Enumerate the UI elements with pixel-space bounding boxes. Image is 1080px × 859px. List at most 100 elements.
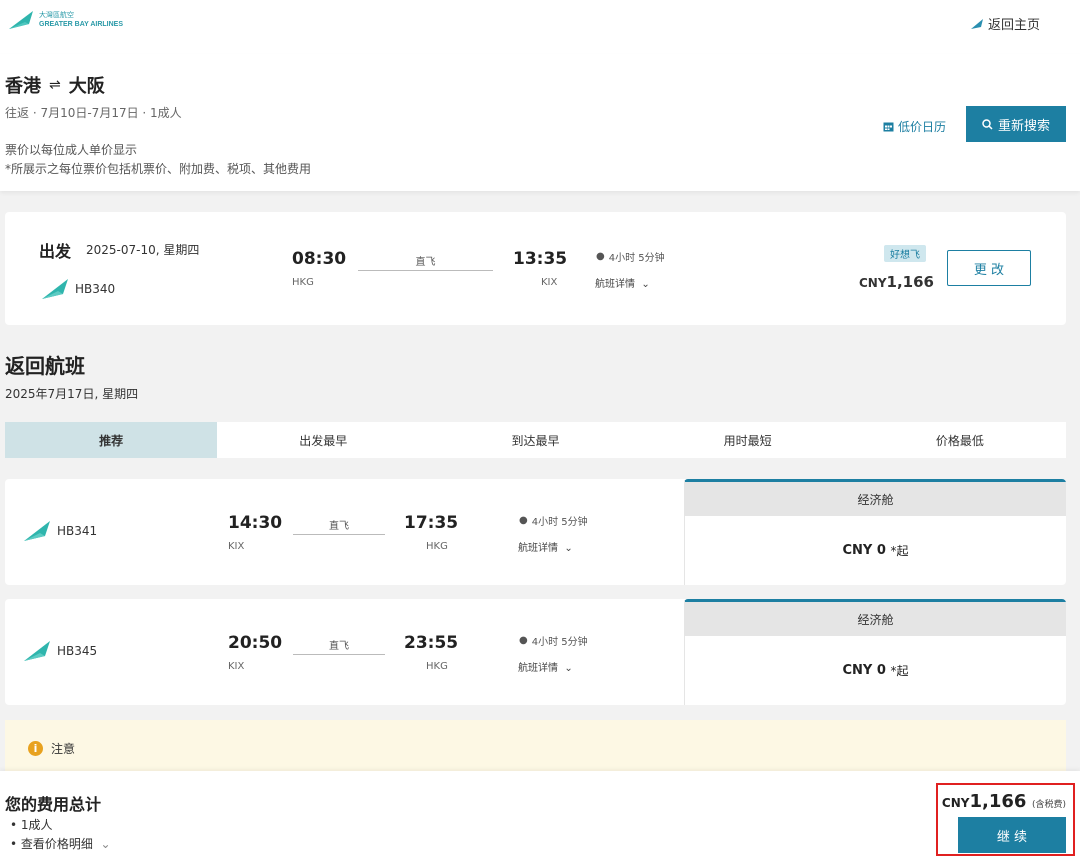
- price-value: 1,166: [886, 273, 934, 291]
- passenger-count: • 1成人: [10, 818, 53, 832]
- arrive-time: 13:35: [513, 249, 568, 269]
- depart-time: 14:30: [228, 513, 283, 533]
- flight-duration: ● 4小时 5分钟: [596, 249, 665, 264]
- direct-flight-label: 直飞: [415, 257, 436, 268]
- airline-tail-icon: [42, 279, 68, 299]
- trip-meta: 往返 · 7月10日-7月17日 · 1成人: [5, 106, 182, 120]
- duration-text: 4小时 5分钟: [531, 517, 588, 528]
- total-price-box: CNY1,166 (含税费) 继 续: [936, 783, 1075, 856]
- tax-note: (含税费): [1031, 800, 1066, 810]
- cabin-price-value: 0: [876, 543, 886, 558]
- plane-tail-icon: [970, 18, 983, 29]
- details-label: 航班详情: [518, 663, 558, 674]
- airline-logo[interactable]: 大灣區航空 GREATER BAY AIRLINES: [7, 10, 123, 30]
- depart-time: 08:30: [292, 249, 347, 269]
- clock-icon: ●: [519, 515, 528, 526]
- flight-duration: ● 4小时 5分钟: [519, 633, 588, 648]
- total-title: 您的费用总计: [5, 795, 102, 814]
- research-button-label: 重新搜索: [997, 118, 1050, 134]
- cabin-name: 经济舱: [685, 482, 1066, 516]
- sort-tab-earliest-arrive[interactable]: 到达最早: [429, 422, 641, 458]
- cabin-currency: CNY: [842, 663, 873, 678]
- sort-tab-recommended[interactable]: 推荐: [5, 422, 218, 458]
- flight-duration: ● 4小时 5分钟: [519, 513, 588, 528]
- route-line: [358, 270, 493, 271]
- price-breakdown-link[interactable]: • 查看价格明细 ⌄: [10, 835, 111, 852]
- fare-brand-badge: 好想飞: [884, 245, 926, 262]
- chevron-down-icon: ⌄: [561, 663, 573, 674]
- price-currency: CNY: [859, 276, 887, 290]
- depart-time: 20:50: [228, 633, 283, 653]
- logo-chinese-text: 大灣區航空: [39, 11, 74, 19]
- cabin-currency: CNY: [842, 543, 873, 558]
- fare-note: 票价以每位成人单价显示: [5, 143, 138, 157]
- flight-number-text: HB340: [75, 282, 116, 296]
- direct-flight-label: 直飞: [329, 641, 349, 652]
- home-link-label: 返回主页: [987, 18, 1040, 33]
- cabin-price-suffix: *起: [890, 544, 909, 558]
- flight-details-link[interactable]: 航班详情 ⌄: [595, 275, 650, 290]
- price-breakdown-label: • 查看价格明细: [10, 837, 93, 851]
- total-value: 1,166: [969, 791, 1027, 812]
- calendar-icon: [883, 122, 894, 132]
- low-price-calendar-link[interactable]: 低价日历: [883, 118, 946, 135]
- route-line: [293, 534, 385, 535]
- sort-tab-shortest-duration[interactable]: 用时最短: [642, 422, 854, 458]
- outbound-flight-number: HB340: [41, 278, 115, 300]
- sort-tabs: 推荐 出发最早 到达最早 用时最短 价格最低: [5, 422, 1066, 458]
- clock-icon: ●: [596, 251, 605, 262]
- flight-number-text: HB345: [57, 644, 98, 658]
- economy-cabin-option[interactable]: 经济舱 CNY 0 *起: [684, 599, 1066, 705]
- depart-airport-code: HKG: [292, 277, 314, 288]
- outbound-price: CNY1,166: [859, 272, 934, 291]
- duration-text: 4小时 5分钟: [608, 253, 665, 264]
- destination-city: 大阪: [68, 76, 105, 97]
- depart-airport-code: KIX: [228, 661, 245, 672]
- total-footer: 您的费用总计 • 1成人 • 查看价格明细 ⌄ CNY1,166 (含税费) 继…: [0, 771, 1080, 859]
- chevron-down-icon: ⌄: [638, 279, 650, 290]
- sort-tab-lowest-price[interactable]: 价格最低: [854, 422, 1066, 458]
- arrive-time: 23:55: [404, 633, 459, 653]
- arrive-airport-code: KIX: [541, 277, 558, 288]
- flight-number-text: HB341: [57, 524, 98, 538]
- notice-label: 注意: [51, 742, 76, 756]
- outbound-label: 出发: [39, 242, 72, 261]
- flight-details-link[interactable]: 航班详情 ⌄: [518, 659, 573, 674]
- continue-button[interactable]: 继 续: [958, 817, 1066, 853]
- airline-logo-icon: [9, 11, 33, 29]
- route-line: [293, 654, 385, 655]
- details-label: 航班详情: [595, 279, 635, 290]
- top-bar: 大灣區航空 GREATER BAY AIRLINES 返回主页: [0, 0, 1080, 54]
- depart-airport-code: KIX: [228, 541, 245, 552]
- logo-english-text: GREATER BAY AIRLINES: [39, 21, 124, 28]
- airline-tail-icon: [24, 641, 50, 661]
- return-flight-number: HB341: [23, 520, 97, 542]
- direct-flight-label: 直飞: [329, 521, 349, 532]
- arrive-time: 17:35: [404, 513, 459, 533]
- change-flight-button[interactable]: 更 改: [947, 250, 1031, 286]
- return-date: 2025年7月17日, 星期四: [5, 387, 139, 401]
- research-button[interactable]: 重新搜索: [966, 106, 1066, 142]
- search-icon: [982, 118, 993, 130]
- return-flight-card: HB341 14:30 KIX 直飞 17:35 HKG ● 4小时 5分钟 航…: [5, 479, 1066, 585]
- cabin-price-suffix: *起: [890, 664, 909, 678]
- economy-cabin-option[interactable]: 经济舱 CNY 0 *起: [684, 479, 1066, 585]
- cabin-name: 经济舱: [685, 602, 1066, 636]
- total-currency: CNY: [941, 796, 970, 810]
- outbound-date: 2025-07-10, 星期四: [86, 243, 200, 257]
- cabin-price: CNY 0 *起: [685, 636, 1066, 705]
- calendar-link-label: 低价日历: [898, 120, 947, 134]
- return-flight-card: HB345 20:50 KIX 直飞 23:55 HKG ● 4小时 5分钟 航…: [5, 599, 1066, 705]
- return-flights-title: 返回航班: [5, 354, 85, 378]
- clock-icon: ●: [519, 635, 528, 646]
- sort-tab-earliest-depart[interactable]: 出发最早: [217, 422, 429, 458]
- search-summary: 香港 ⇌ 大阪 往返 · 7月10日-7月17日 · 1成人 票价以每位成人单价…: [0, 54, 1080, 191]
- flight-details-link[interactable]: 航班详情 ⌄: [518, 539, 573, 554]
- swap-arrows-icon: ⇌: [49, 77, 61, 93]
- cabin-price-value: 0: [876, 663, 886, 678]
- total-price: CNY1,166 (含税费): [942, 791, 1066, 812]
- return-flight-number: HB345: [23, 640, 97, 662]
- cabin-price: CNY 0 *起: [685, 516, 1066, 585]
- details-label: 航班详情: [518, 543, 558, 554]
- home-link[interactable]: 返回主页: [970, 14, 1040, 33]
